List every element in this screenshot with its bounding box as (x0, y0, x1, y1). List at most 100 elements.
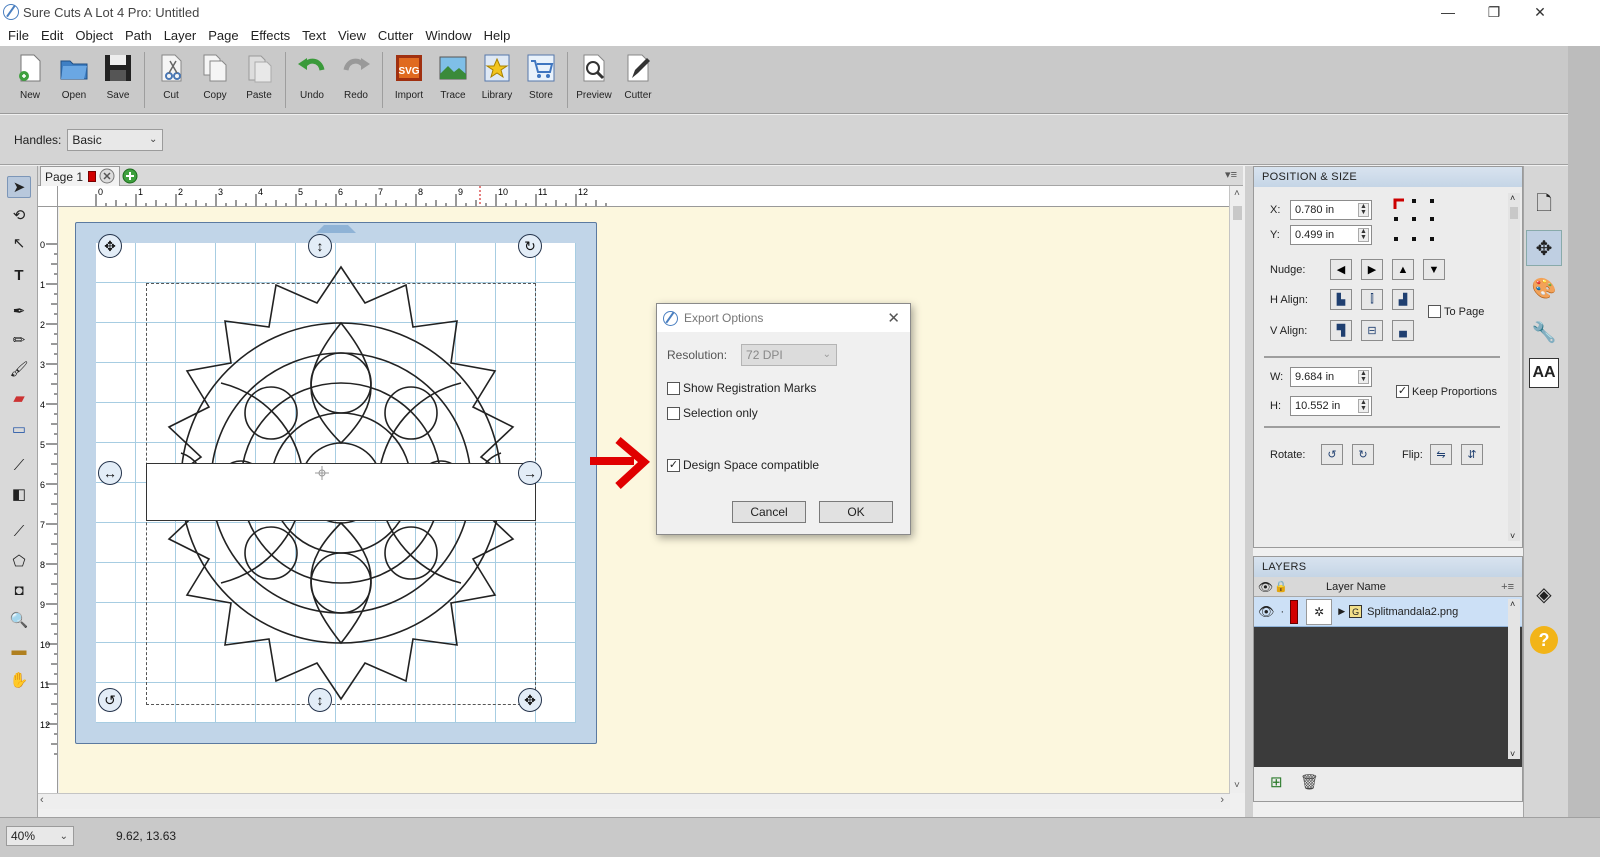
layers-panel-tab[interactable]: ◈ (1526, 576, 1562, 612)
text-panel-tab[interactable]: AA (1529, 358, 1559, 388)
zoom-tool[interactable]: 🔍 (7, 609, 31, 631)
rotate-handle-top-right[interactable]: ↻ (518, 234, 542, 258)
align-middle-v-button[interactable]: ⊟ (1361, 320, 1383, 341)
stepper-icon[interactable]: ▲ ▼ (1358, 370, 1369, 384)
layer-color-swatch[interactable] (1290, 599, 1299, 624)
panel-scroll-thumb[interactable] (1510, 207, 1518, 219)
align-top-button[interactable]: ▜ (1330, 320, 1352, 341)
scroll-up-icon[interactable]: ˄ (1234, 188, 1240, 199)
gradient-tool[interactable]: ◧ (7, 483, 31, 505)
eraser-tool[interactable]: ▰ (7, 387, 31, 409)
menu-text[interactable]: Text (296, 28, 332, 43)
layer-lock-dot-icon[interactable]: · (1281, 606, 1285, 618)
menu-edit[interactable]: Edit (35, 28, 69, 43)
select-tool[interactable]: ➤ (7, 176, 31, 198)
scroll-right-icon[interactable]: › (1220, 794, 1224, 806)
design-space-row[interactable]: ✓ Design Space compatible (667, 458, 819, 472)
width-input[interactable]: 9.684 in ▲ ▼ (1290, 367, 1372, 387)
zoom-select[interactable]: 40% ⌄ (6, 826, 74, 846)
cancel-button[interactable]: Cancel (732, 501, 806, 523)
selection-only-row[interactable]: Selection only (667, 406, 758, 420)
menu-cutter[interactable]: Cutter (372, 28, 419, 43)
menu-help[interactable]: Help (478, 28, 517, 43)
settings-panel-tab[interactable]: 🔧 (1526, 314, 1562, 350)
menu-page[interactable]: Page (202, 28, 244, 43)
vertical-scroll-thumb[interactable] (1233, 206, 1242, 220)
height-input[interactable]: 10.552 in ▲ ▼ (1290, 396, 1372, 416)
align-bottom-button[interactable]: ▄ (1392, 320, 1414, 341)
position-panel-tab[interactable]: ✥ (1526, 230, 1562, 266)
keep-proportions-row[interactable]: ✓ Keep Proportions (1396, 385, 1497, 398)
horizontal-scrollbar[interactable]: ‹ › (38, 793, 1230, 809)
store-button[interactable]: Store (519, 52, 563, 101)
eyedropper-tool[interactable]: ⟋ (7, 454, 31, 476)
maximize-button[interactable]: ❐ (1470, 0, 1518, 24)
align-center-h-button[interactable]: ⫿ (1361, 289, 1383, 310)
resolution-select[interactable]: 72 DPI ⌄ (741, 344, 838, 366)
add-layer-icon[interactable]: ⊞ (1270, 773, 1283, 791)
text-tool[interactable]: T (7, 264, 31, 286)
help-panel-tab[interactable]: ? (1526, 622, 1562, 658)
redo-button[interactable]: Redo (334, 52, 378, 101)
knife-tool[interactable]: ⟋ (7, 520, 31, 542)
menu-window[interactable]: Window (419, 28, 477, 43)
new-button[interactable]: New (8, 52, 52, 101)
pencil-tool[interactable]: ✏ (7, 329, 31, 351)
stepper-icon[interactable]: ▲ ▼ (1358, 228, 1369, 242)
undo-button[interactable]: Undo (290, 52, 334, 101)
keep-proportions-checkbox[interactable]: ✓ (1396, 385, 1409, 398)
close-page-icon[interactable] (99, 168, 115, 184)
resize-handle-right[interactable]: → (518, 461, 542, 485)
brush-tool[interactable]: 🖌 (7, 358, 31, 380)
panel-splitter[interactable] (1245, 166, 1253, 817)
scroll-left-icon[interactable]: ‹ (40, 794, 44, 806)
menu-object[interactable]: Object (69, 28, 119, 43)
nudge-left-button[interactable]: ◀ (1330, 259, 1352, 280)
trace-button[interactable]: Trace (431, 52, 475, 101)
import-button[interactable]: SVG Import (387, 52, 431, 101)
scroll-down-icon[interactable]: ˅ (1234, 780, 1240, 791)
to-page-row[interactable]: To Page (1428, 305, 1484, 318)
menu-view[interactable]: View (332, 28, 372, 43)
layer-row[interactable]: 👁 · ✲ ▶ G Splitmandala2.png (1254, 597, 1522, 627)
nudge-right-button[interactable]: ▶ (1361, 259, 1383, 280)
distort-tool[interactable]: ⬠ (7, 550, 31, 572)
nudge-down-button[interactable]: ▼ (1423, 259, 1445, 280)
open-button[interactable]: Open (52, 52, 96, 101)
lasso-select-tool[interactable]: ⟲ (7, 204, 31, 226)
tab-menu-icon[interactable]: ▾≡ (1225, 168, 1237, 181)
document-panel-tab[interactable]: 🗋 (1526, 188, 1562, 224)
x-input[interactable]: 0.780 in ▲ ▼ (1290, 200, 1372, 220)
cutter-button[interactable]: Cutter (616, 52, 660, 101)
handles-select[interactable]: Basic ⌄ (67, 128, 164, 151)
minimize-button[interactable]: — (1424, 0, 1472, 24)
dialog-close-icon[interactable]: ✕ (887, 309, 900, 327)
measure-tool[interactable]: ▬ (7, 639, 31, 661)
scroll-up-icon[interactable]: ˄ (1510, 599, 1515, 609)
y-input[interactable]: 0.499 in ▲ ▼ (1290, 225, 1372, 245)
rotate-left-button[interactable]: ↺ (1321, 444, 1343, 465)
pan-tool[interactable]: ✋ (7, 669, 31, 691)
reference-point-grid[interactable] (1392, 197, 1436, 245)
preview-button[interactable]: Preview (572, 52, 616, 101)
rotate-handle-bottom-left[interactable]: ↺ (98, 688, 122, 712)
align-right-button[interactable]: ▟ (1392, 289, 1414, 310)
expand-triangle-icon[interactable]: ▶ (1338, 606, 1345, 617)
delete-layer-trash-icon[interactable]: 🗑 (1300, 773, 1319, 791)
show-registration-row[interactable]: Show Registration Marks (667, 381, 816, 395)
layers-menu-icon[interactable]: +≡ (1501, 581, 1514, 593)
show-registration-checkbox[interactable] (667, 381, 680, 395)
to-page-checkbox[interactable] (1428, 305, 1441, 318)
layers-scrollbar[interactable]: ˄ ˅ (1508, 599, 1520, 759)
design-canvas[interactable]: ✥ ↕ ↻ ↔ → ↺ ↕ ✥ (59, 207, 1229, 793)
menu-effects[interactable]: Effects (245, 28, 297, 43)
weld-tool[interactable]: ◘ (7, 579, 31, 601)
resize-handle-top[interactable]: ↕ (308, 234, 332, 258)
flip-horizontal-button[interactable]: ⇋ (1430, 444, 1452, 465)
design-space-checkbox[interactable]: ✓ (667, 458, 680, 472)
stepper-icon[interactable]: ▲ ▼ (1358, 399, 1369, 413)
stepper-icon[interactable]: ▲ ▼ (1358, 203, 1369, 217)
flip-vertical-button[interactable]: ⇵ (1461, 444, 1483, 465)
move-handle-top-left[interactable]: ✥ (98, 234, 122, 258)
rotate-right-button[interactable]: ↻ (1352, 444, 1374, 465)
